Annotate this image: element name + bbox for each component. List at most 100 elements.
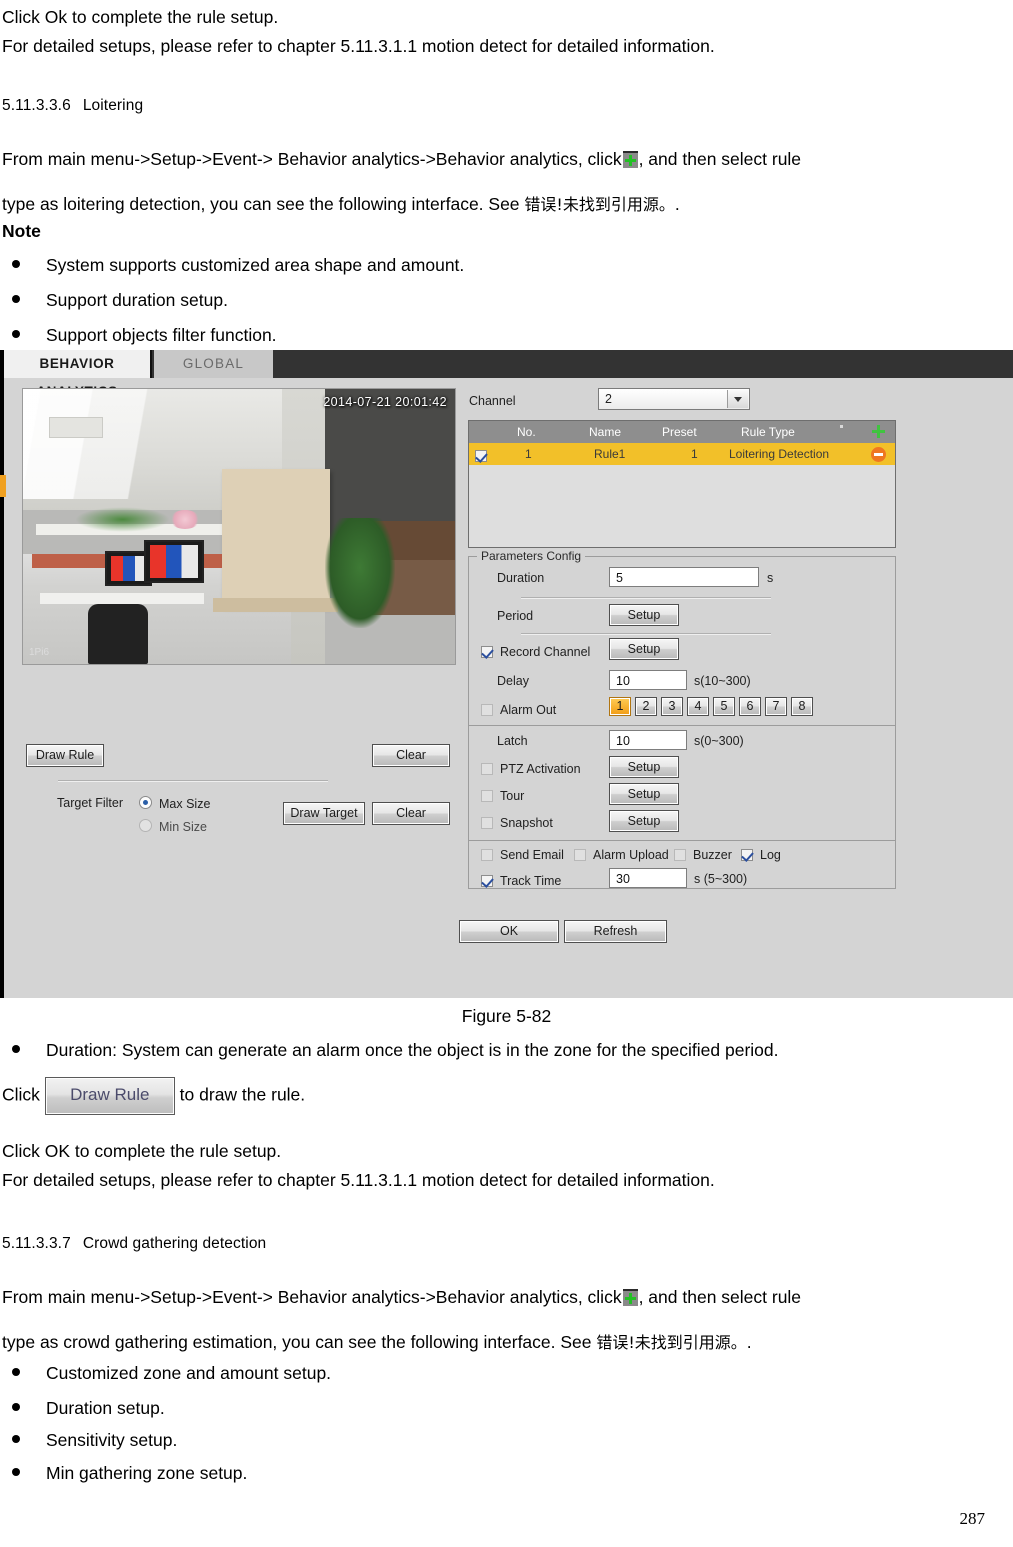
draw-rule-button[interactable]: Draw Rule — [26, 744, 104, 767]
channel-select[interactable]: 2 — [598, 388, 750, 410]
intro-line-1: Click Ok to complete the rule setup. — [2, 7, 279, 27]
log-checkbox[interactable] — [741, 849, 753, 861]
para1-line2-b: . — [674, 194, 680, 214]
alarm-upload-row[interactable]: Alarm Upload — [574, 846, 669, 864]
send-email-checkbox[interactable] — [481, 849, 493, 861]
cell-rule-type: Loitering Detection — [729, 447, 830, 461]
video-ac-unit — [48, 416, 103, 438]
track-time-unit: s (5~300) — [694, 872, 748, 886]
bullet-icon — [12, 1045, 20, 1053]
snapshot-checkbox[interactable] — [481, 817, 493, 829]
min-size-label: Min Size — [159, 820, 207, 834]
para1-part2: , and then select rule — [638, 149, 802, 169]
row-enable-checkbox[interactable] — [475, 450, 487, 462]
list-item: Support objects filter function. — [12, 325, 277, 346]
track-time-checkbox[interactable] — [481, 875, 493, 887]
column-header-name: Name — [589, 425, 622, 439]
alarm-out-1[interactable]: 1 — [609, 697, 631, 716]
clear-rule-button[interactable]: Clear — [372, 744, 450, 767]
alarm-out-3[interactable]: 3 — [661, 697, 683, 716]
inline-draw-rule-button[interactable]: Draw Rule — [44, 1077, 175, 1115]
table-row[interactable]: 1 Rule1 1 Loitering Detection — [469, 443, 895, 465]
delay-unit: s(10~300) — [694, 674, 751, 688]
alarm-out-row[interactable]: Alarm Out — [481, 701, 556, 719]
alarm-out-5[interactable]: 5 — [713, 697, 735, 716]
ptz-activation-row[interactable]: PTZ Activation — [481, 760, 581, 778]
list-item: Min gathering zone setup. — [12, 1463, 247, 1484]
alarm-out-7[interactable]: 7 — [765, 697, 787, 716]
alarm-out-4[interactable]: 4 — [687, 697, 709, 716]
record-channel-checkbox[interactable] — [481, 646, 493, 658]
click-prefix: Click — [2, 1084, 40, 1105]
chevron-down-icon[interactable] — [727, 390, 748, 408]
after-figure-line-1: Click OK to complete the rule setup. — [2, 1141, 282, 1161]
video-preview[interactable]: 2014-07-21 20:01:42 1Pi6 — [22, 388, 456, 665]
bullet-text: Duration setup. — [46, 1398, 165, 1418]
separator — [521, 633, 771, 635]
tour-setup-button[interactable]: Setup — [609, 783, 679, 805]
column-header-preset: Preset — [662, 425, 697, 439]
buzzer-row[interactable]: Buzzer — [674, 846, 732, 864]
delete-rule-icon[interactable] — [871, 447, 886, 462]
bullet-text: Min gathering zone setup. — [46, 1463, 248, 1483]
record-channel-row[interactable]: Record Channel — [481, 643, 590, 661]
radio-icon-min-size[interactable] — [139, 819, 152, 832]
send-email-row[interactable]: Send Email — [481, 846, 564, 864]
ok-button[interactable]: OK — [459, 920, 559, 943]
latch-unit: s(0~300) — [694, 734, 744, 748]
parameters-config-group-footer: Send Email Alarm Upload Buzzer Log Track… — [468, 841, 896, 889]
refresh-button[interactable]: Refresh — [564, 920, 667, 943]
duration-input[interactable]: 5 — [609, 567, 759, 587]
track-time-input[interactable]: 30 — [609, 868, 687, 888]
alarm-out-2[interactable]: 2 — [635, 697, 657, 716]
cell-preset: 1 — [691, 447, 698, 461]
tab-global[interactable]: GLOBAL — [154, 350, 273, 378]
list-item: System supports customized area shape an… — [12, 255, 464, 276]
delay-label: Delay — [497, 674, 529, 688]
left-edge-indicator — [0, 475, 6, 497]
record-channel-setup-button[interactable]: Setup — [609, 638, 679, 660]
tour-row[interactable]: Tour — [481, 787, 524, 805]
buzzer-checkbox[interactable] — [674, 849, 686, 861]
track-time-row[interactable]: Track Time — [481, 872, 561, 890]
period-setup-button[interactable]: Setup — [609, 604, 679, 626]
tour-label: Tour — [500, 789, 525, 803]
log-row[interactable]: Log — [741, 846, 781, 864]
send-email-label: Send Email — [500, 848, 564, 862]
ptz-activation-setup-button[interactable]: Setup — [609, 756, 679, 778]
duration-value: 5 — [616, 571, 623, 585]
bullet-icon — [12, 1368, 20, 1376]
alarm-out-6[interactable]: 6 — [739, 697, 761, 716]
clear-target-button[interactable]: Clear — [372, 802, 450, 825]
rule-table[interactable]: No. Name Preset Rule Type 1 Rule1 1 Loit… — [468, 420, 896, 548]
snapshot-setup-button[interactable]: Setup — [609, 810, 679, 832]
column-header-no: No. — [517, 425, 536, 439]
track-time-label: Track Time — [500, 874, 562, 888]
radio-icon-max-size[interactable] — [139, 796, 152, 809]
delay-value: 10 — [616, 674, 630, 688]
max-size-label: Max Size — [159, 797, 211, 811]
radio-max-size[interactable]: Max Size — [139, 795, 210, 813]
parameters-config-group: Parameters Config Duration 5 s Period Se… — [468, 549, 896, 726]
tour-checkbox[interactable] — [481, 790, 493, 802]
tab-behavior-analytics[interactable]: BEHAVIOR ANALYTICS — [4, 350, 152, 399]
video-counter-plants — [74, 507, 170, 532]
para1-line2-a: type as loitering detection, you can see… — [2, 194, 525, 214]
list-item: Customized zone and amount setup. — [12, 1363, 331, 1384]
alarm-out-checkbox[interactable] — [481, 704, 493, 716]
duration-label: Duration — [497, 571, 545, 585]
radio-min-size[interactable]: Min Size — [139, 818, 207, 836]
delay-input[interactable]: 10 — [609, 670, 687, 690]
latch-input[interactable]: 10 — [609, 730, 687, 750]
list-item: Duration: System can generate an alarm o… — [12, 1040, 779, 1061]
add-rule-icon[interactable] — [872, 425, 885, 438]
video-timestamp: 2014-07-21 20:01:42 — [323, 395, 447, 409]
bullet-text: Duration: System can generate an alarm o… — [46, 1040, 779, 1060]
alarm-out-8[interactable]: 8 — [791, 697, 813, 716]
para2-line2-a: type as crowd gathering estimation, you … — [2, 1332, 597, 1352]
snapshot-row[interactable]: Snapshot — [481, 814, 553, 832]
draw-rule-panel: Draw Rule Clear Target Filter Max Size M… — [22, 738, 454, 844]
ptz-activation-checkbox[interactable] — [481, 763, 493, 775]
draw-target-button[interactable]: Draw Target — [283, 802, 365, 825]
alarm-upload-checkbox[interactable] — [574, 849, 586, 861]
